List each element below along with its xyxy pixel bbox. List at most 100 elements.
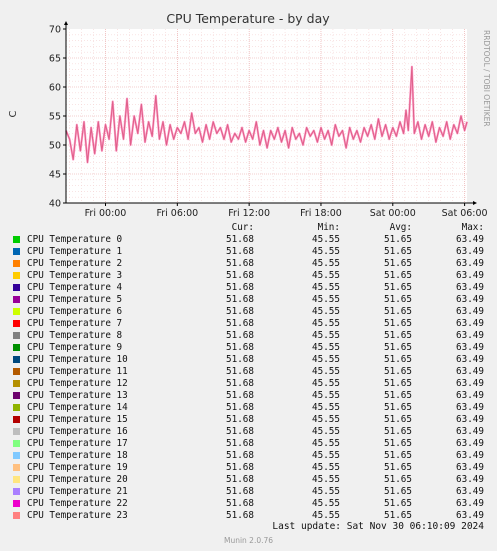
legend-name: CPU Temperature 1 [27,246,123,257]
legend-min: 45.55 [312,330,340,341]
legend-min: 45.55 [312,474,340,485]
legend-avg: 51.65 [384,282,412,293]
legend-min: 45.55 [312,498,340,509]
legend-row: CPU Temperature 18 51.68 45.55 51.65 63.49 [0,450,497,462]
x-tick-labels: Fri 00:00 Fri 06:00 Fri 12:00 Fri 18:00 Sat … [85,208,488,219]
legend-min: 45.55 [312,234,340,245]
legend-cur: 51.68 [226,402,254,413]
legend-max: 63.49 [456,318,484,329]
legend-min: 45.55 [312,294,340,305]
legend-cur: 51.68 [226,414,254,425]
y-tick-label: 60 [49,83,61,94]
legend-row: CPU Temperature 7 51.68 45.55 51.65 63.49 [0,318,497,330]
legend-avg: 51.65 [384,294,412,305]
legend-max: 63.49 [456,414,484,425]
legend-min: 45.55 [312,270,340,281]
y-tick-label: 70 [49,25,61,36]
legend-avg: 51.65 [384,270,412,281]
chart-title: CPU Temperature - by day [166,11,330,26]
legend-cur: 51.68 [226,438,254,449]
legend-cur: 51.68 [226,306,254,317]
legend-max: 63.49 [456,378,484,389]
legend-max: 63.49 [456,366,484,377]
legend-name: CPU Temperature 2 [27,258,123,269]
legend-swatch [13,464,20,471]
legend-max: 63.49 [456,342,484,353]
legend-swatch [13,260,20,267]
legend-avg: 51.65 [384,306,412,317]
legend-cur: 51.68 [226,270,254,281]
legend-max: 63.49 [456,390,484,401]
legend-cur: 51.68 [226,282,254,293]
y-axis-arrow [64,21,68,25]
legend-swatch [13,332,20,339]
legend-swatch [13,308,20,315]
legend-row: CPU Temperature 21 51.68 45.55 51.65 63.49 [0,486,497,498]
legend-name: CPU Temperature 0 [27,234,123,245]
legend-row: CPU Temperature 4 51.68 45.55 51.65 63.49 [0,282,497,294]
legend-name: CPU Temperature 6 [27,306,123,317]
legend-cur: 51.68 [226,294,254,305]
legend-swatch [13,392,20,399]
legend-name: CPU Temperature 18 [27,450,128,461]
legend-row: CPU Temperature 15 51.68 45.55 51.65 63.49 [0,414,497,426]
legend-name: CPU Temperature 22 [27,498,128,509]
legend-row: CPU Temperature 2 51.68 45.55 51.65 63.49 [0,258,497,270]
legend-cur: 51.68 [226,318,254,329]
legend-row: CPU Temperature 14 51.68 45.55 51.65 63.49 [0,402,497,414]
legend-cur: 51.68 [226,462,254,473]
legend-min: 45.55 [312,246,340,257]
legend-min: 45.55 [312,402,340,413]
legend-min: 45.55 [312,258,340,269]
legend-min: 45.55 [312,438,340,449]
legend-max: 63.49 [456,354,484,365]
y-tick-label: 40 [49,199,61,210]
legend-cur: 51.68 [226,450,254,461]
legend-avg: 51.65 [384,402,412,413]
legend-max: 63.49 [456,270,484,281]
legend-max: 63.49 [456,486,484,497]
legend-min: 45.55 [312,282,340,293]
rrdtool-credit: RRDTOOL / TOBI OETIKER [482,30,491,127]
legend-avg: 51.65 [384,462,412,473]
y-tick-label: 45 [49,170,61,181]
last-update: Last update: Sat Nov 30 06:10:09 2024 [272,521,484,532]
legend-cur: 51.68 [226,366,254,377]
legend-avg: 51.65 [384,258,412,269]
legend-swatch [13,512,20,519]
legend-swatch [13,284,20,291]
legend-avg: 51.65 [384,318,412,329]
legend-max: 63.49 [456,402,484,413]
legend-avg: 51.65 [384,450,412,461]
legend-cur: 51.68 [226,234,254,245]
legend-min: 45.55 [312,366,340,377]
y-tick-label: 50 [49,141,61,152]
legend-swatch [13,416,20,423]
legend-name: CPU Temperature 19 [27,462,128,473]
legend-avg: 51.65 [384,486,412,497]
legend-swatch [13,344,20,351]
legend-max: 63.49 [456,234,484,245]
y-tick-labels: 40 45 50 55 60 65 70 [49,25,61,210]
x-tick-label: Sat 06:00 [442,208,488,219]
legend-min: 45.55 [312,378,340,389]
legend-row: CPU Temperature 1 51.68 45.55 51.65 63.49 [0,246,497,258]
legend-min: 45.55 [312,414,340,425]
legend-max: 63.49 [456,438,484,449]
legend-min: 45.55 [312,486,340,497]
legend-swatch [13,404,20,411]
legend-row: CPU Temperature 17 51.68 45.55 51.65 63.49 [0,438,497,450]
legend-min: 45.55 [312,426,340,437]
legend-max: 63.49 [456,258,484,269]
x-axis-arrow [473,201,477,205]
legend-name: CPU Temperature 17 [27,438,128,449]
legend-row: CPU Temperature 11 51.68 45.55 51.65 63.49 [0,366,497,378]
x-tick-label: Fri 12:00 [228,208,270,219]
legend-row: CPU Temperature 0 51.68 45.55 51.65 63.49 [0,234,497,246]
legend-avg: 51.65 [384,378,412,389]
legend-row: CPU Temperature 9 51.68 45.55 51.65 63.49 [0,342,497,354]
legend-max: 63.49 [456,294,484,305]
legend-name: CPU Temperature 23 [27,510,128,521]
legend-name: CPU Temperature 4 [27,282,123,293]
legend: Cur: Min: Avg: Max: CPU Temperature 0 51.… [0,222,497,522]
